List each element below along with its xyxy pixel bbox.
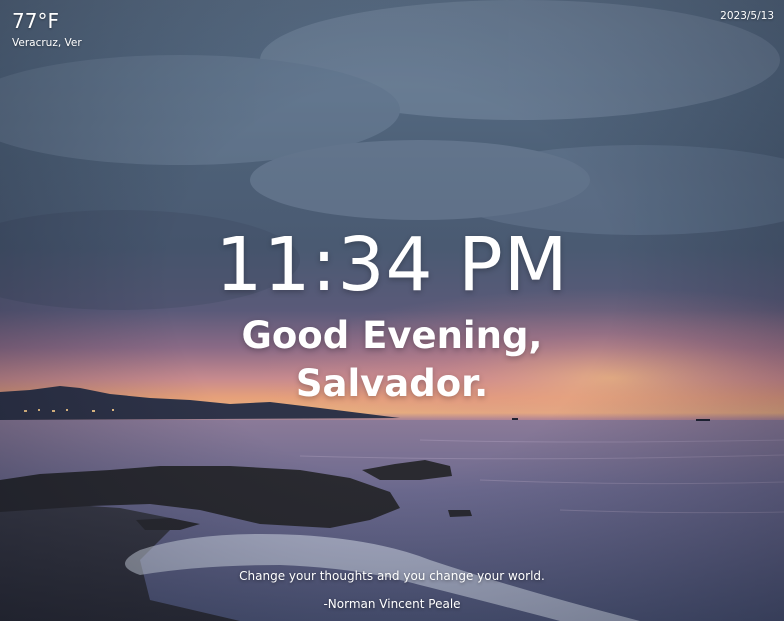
clock-time: 11:34 PM [215, 222, 569, 308]
quote-block: Change your thoughts and you change your… [0, 568, 784, 612]
new-tab-dashboard: 77°F Veracruz, Ver 2023/5/13 11:34 PM Go… [0, 0, 784, 621]
quote-text: Change your thoughts and you change your… [239, 569, 545, 583]
quote-author: -Norman Vincent Peale [323, 597, 461, 611]
greeting-line-1: Good Evening, [241, 314, 543, 357]
greeting-line-2: Salvador. [295, 362, 489, 405]
weather-widget[interactable]: 77°F Veracruz, Ver [12, 8, 82, 50]
temperature-readout: 77°F [12, 9, 59, 33]
clock-greeting: 11:34 PM Good Evening, Salvador. [0, 222, 784, 408]
date-readout: 2023/5/13 [720, 10, 774, 22]
weather-location: Veracruz, Ver [12, 37, 82, 49]
